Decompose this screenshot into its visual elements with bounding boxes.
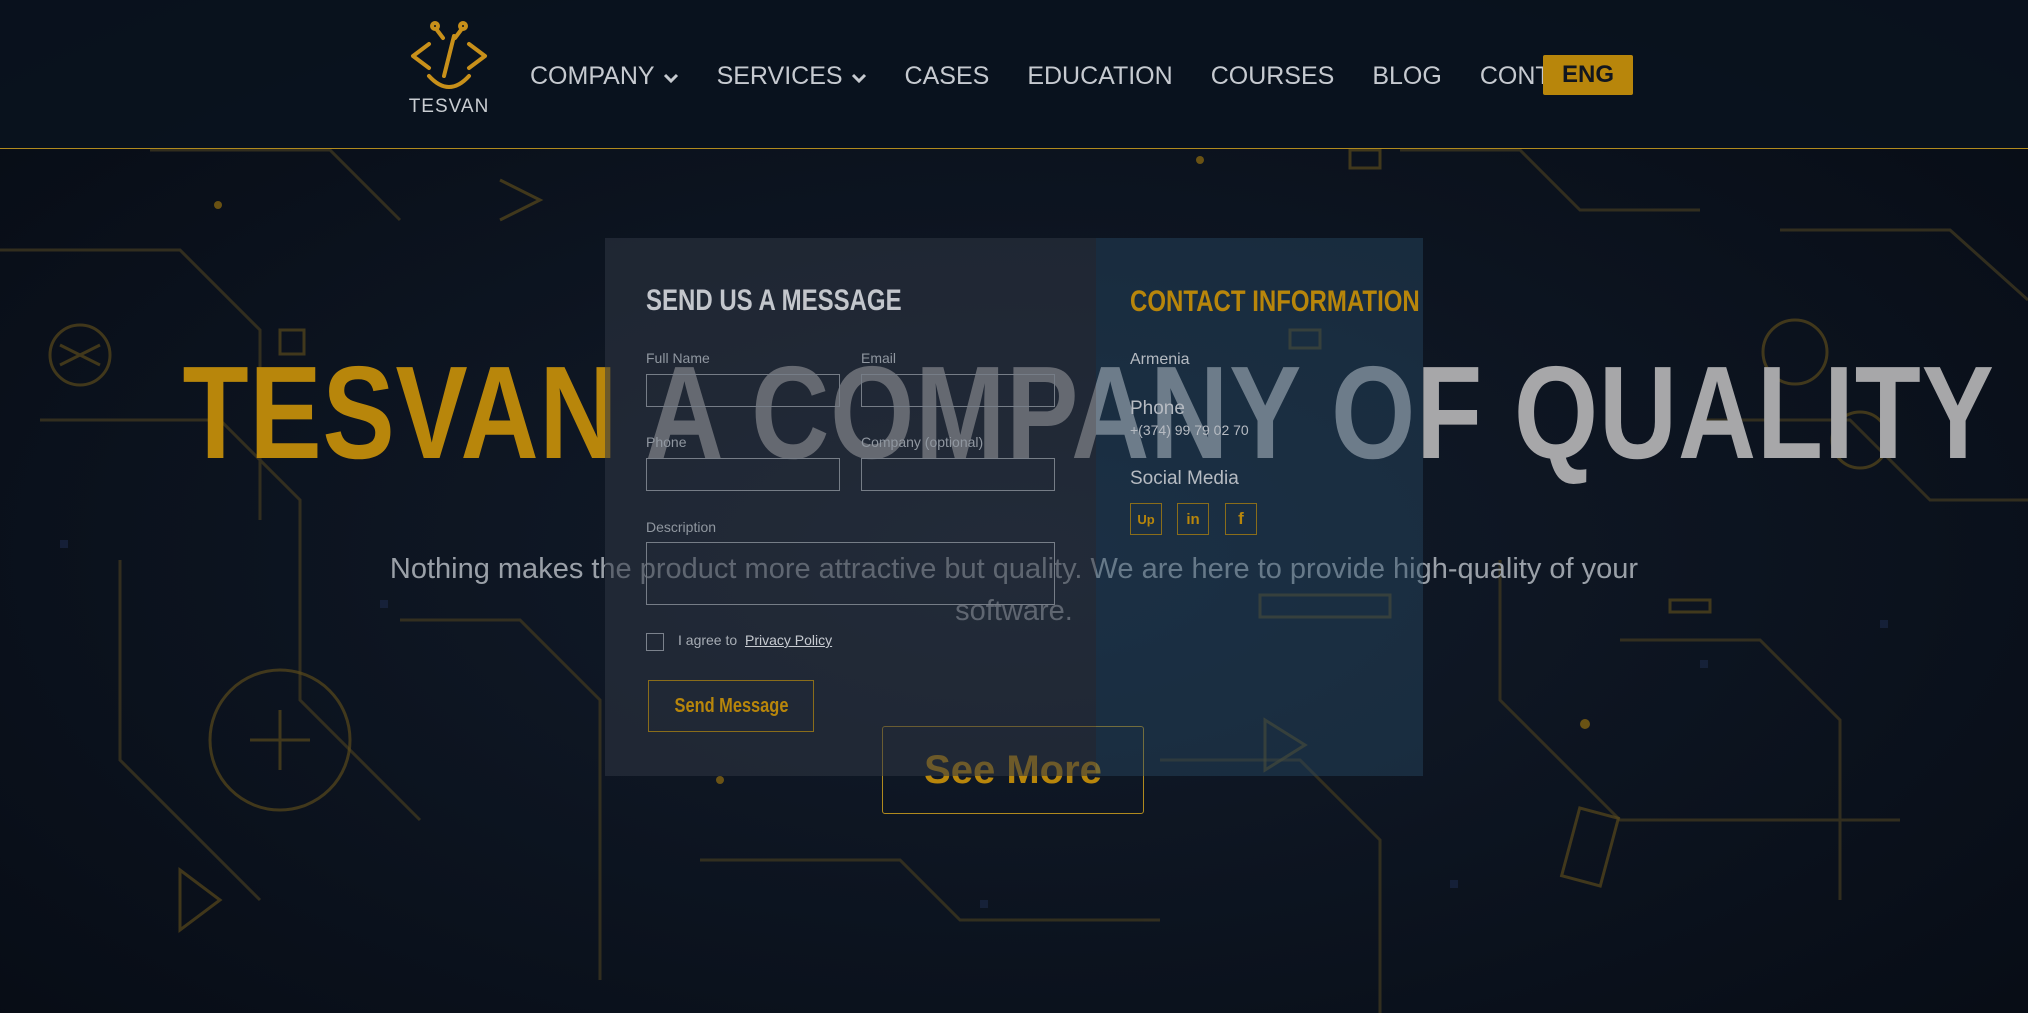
company-label: Company (optional) xyxy=(861,434,984,450)
full-name-label: Full Name xyxy=(646,350,710,366)
logo-icon xyxy=(411,21,487,89)
nav-education[interactable]: EDUCATION xyxy=(1027,62,1172,91)
country-text: Armenia xyxy=(1130,351,1190,368)
site-header: TESVAN COMPANY SERVICES CASES EDUCATION … xyxy=(0,0,2028,149)
hero-title-brand: TESVAN xyxy=(182,339,619,486)
form-title: SEND US A MESSAGE xyxy=(646,284,902,317)
full-name-field[interactable] xyxy=(646,374,840,407)
language-button[interactable]: ENG xyxy=(1543,55,1633,95)
send-message-button[interactable]: Send Message xyxy=(648,680,814,732)
phone-number[interactable]: +(374) 99 79 02 70 xyxy=(1130,422,1249,438)
company-field[interactable] xyxy=(861,458,1055,491)
logo[interactable]: TESVAN xyxy=(404,16,494,120)
privacy-policy-link[interactable]: Privacy Policy xyxy=(745,632,832,648)
facebook-icon[interactable]: f xyxy=(1225,503,1257,535)
contact-form-panel: SEND US A MESSAGE Full Name Email Phone … xyxy=(605,238,1096,776)
description-field[interactable] xyxy=(646,542,1055,605)
logo-text: TESVAN xyxy=(408,96,490,117)
phone-label: Phone xyxy=(646,434,687,450)
linkedin-icon[interactable]: in xyxy=(1177,503,1209,535)
nav-company[interactable]: COMPANY xyxy=(530,62,679,91)
nav-courses[interactable]: COURSES xyxy=(1211,62,1335,91)
send-message-label: Send Message xyxy=(674,694,788,717)
phone-heading: Phone xyxy=(1130,398,1185,419)
nav-blog[interactable]: BLOG xyxy=(1372,62,1441,91)
contact-info-title: CONTACT INFORMATION xyxy=(1130,285,1420,318)
agree-checkbox[interactable] xyxy=(646,633,664,651)
description-label: Description xyxy=(646,519,717,535)
contact-info-panel: CONTACT INFORMATION Armenia Phone +(374)… xyxy=(1096,238,1423,776)
main-nav: COMPANY SERVICES CASES EDUCATION COURSES… xyxy=(530,54,1653,98)
nav-services-label: SERVICES xyxy=(716,61,843,90)
phone-field[interactable] xyxy=(646,458,840,491)
chevron-down-icon xyxy=(663,62,679,91)
email-label: Email xyxy=(861,350,897,366)
social-heading: Social Media xyxy=(1130,468,1239,489)
email-field[interactable] xyxy=(861,374,1055,407)
nav-services[interactable]: SERVICES xyxy=(717,62,867,91)
nav-cases[interactable]: CASES xyxy=(905,62,990,91)
agree-text: I agree to xyxy=(678,632,738,648)
nav-company-label: COMPANY xyxy=(530,61,655,90)
upwork-icon[interactable]: Up xyxy=(1130,503,1162,535)
chevron-down-icon xyxy=(851,62,867,91)
